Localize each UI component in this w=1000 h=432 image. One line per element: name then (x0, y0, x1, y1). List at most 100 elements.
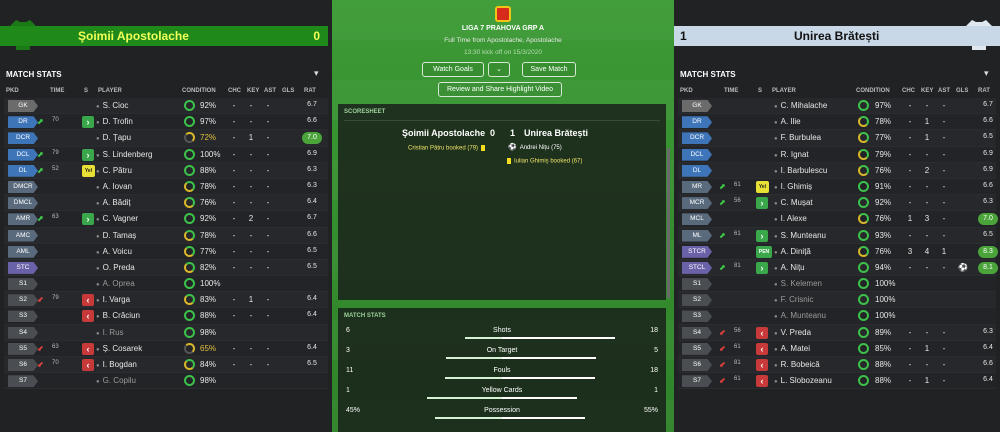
remove-player-button[interactable]: ‹ (82, 294, 94, 307)
remove-player-button[interactable]: ‹ (756, 342, 768, 355)
remove-player-button[interactable]: ‹ (82, 310, 94, 323)
player-row[interactable]: DR ⬈ 70 › ● D. Trofin 97% - - - 6.6 (4, 114, 328, 131)
player-row[interactable]: S4 ⬋ 56 ‹ ● V. Preda 89% - - - 6.3 (678, 324, 996, 341)
player-row[interactable]: S1 ● A. Oprea 100% (4, 276, 328, 293)
player-row[interactable]: DCL ● R. Ignat 79% - - - 6.9 (678, 146, 996, 163)
player-name[interactable]: ● C. Vagner (96, 214, 138, 223)
player-row[interactable]: MCL ● I. Alexe 76% 1 3 - 7.0 (678, 211, 998, 228)
player-name[interactable]: ● A. Voicu (96, 247, 132, 256)
player-row[interactable]: MCR ⬈ 56 › ● C. Mușat 92% - - - 6.3 (678, 195, 996, 212)
player-name[interactable]: ● A. Diniță (774, 247, 811, 256)
player-name[interactable]: ● A. Iovan (96, 182, 132, 191)
player-row[interactable]: S4 ● I. Rus 98% (4, 324, 328, 341)
player-name[interactable]: ● I. Alexe (774, 214, 807, 223)
column-header[interactable]: GLS (956, 88, 968, 94)
player-row[interactable]: DR ● A. Ilie 78% - 1 - 6.6 (678, 114, 996, 131)
column-header[interactable]: S (758, 88, 762, 94)
player-row[interactable]: S2 ⬋ 79 ‹ ● I. Varga 83% - 1 - 6.4 (4, 292, 328, 309)
player-name[interactable]: ● D. Tamaș (96, 231, 136, 240)
player-row[interactable]: GK ● S. Cioc 92% - - - 6.7 (4, 98, 328, 115)
player-name[interactable]: ● C. Mihalache (774, 101, 827, 110)
substitute-button[interactable]: › (756, 197, 768, 210)
column-header[interactable]: S (84, 88, 88, 94)
player-row[interactable]: AMR ⬈ 63 › ● C. Vagner 92% - 2 - 6.7 (4, 211, 328, 228)
column-header[interactable]: GLS (282, 88, 294, 94)
column-header[interactable]: PKD (6, 88, 19, 94)
column-header[interactable]: AST (938, 88, 950, 94)
yellow-card-icon[interactable]: Yel (756, 180, 769, 193)
away-team-bar[interactable]: 1 Unirea Brătești (674, 26, 1000, 46)
player-row[interactable]: AML ● A. Voicu 77% - - - 6.5 (4, 243, 328, 260)
save-match-button[interactable]: Save Match (522, 62, 576, 77)
player-name[interactable]: ● I. Ghimiș (774, 182, 812, 191)
player-name[interactable]: ● O. Preda (96, 263, 135, 272)
column-header[interactable]: PLAYER (98, 88, 122, 94)
player-row[interactable]: STCL ⬈ 81 › ● A. Nițu 94% - - - 8.1 ⚽ (678, 259, 998, 277)
player-row[interactable]: S3 ● A. Munteanu 100% (678, 308, 996, 325)
player-row[interactable]: S2 ● F. Crisnic 100% (678, 292, 996, 309)
watch-goals-button[interactable]: Watch Goals (422, 62, 484, 77)
player-name[interactable]: ● I. Rus (96, 328, 124, 337)
player-row[interactable]: MR ⬈ 61 Yel ● I. Ghimiș 91% - - - 6.6 (678, 178, 996, 196)
player-name[interactable]: ● B. Crăciun (96, 311, 140, 320)
scrollbar[interactable] (667, 148, 670, 298)
player-row[interactable]: DL ● I. Barbulescu 76% - 2 - 6.9 (678, 162, 996, 179)
player-name[interactable]: ● F. Burbulea (774, 133, 821, 142)
substitute-button[interactable]: › (756, 229, 768, 242)
column-header[interactable]: AST (264, 88, 276, 94)
player-name[interactable]: ● S. Cioc (96, 101, 128, 110)
player-row[interactable]: STC ● O. Preda 82% - - - 6.5 (4, 259, 328, 277)
column-header[interactable]: CHC (228, 88, 241, 94)
player-row[interactable]: S3 ‹ ● B. Crăciun 88% - - - 6.4 (4, 308, 328, 325)
player-row[interactable]: AMC ● D. Tamaș 78% - - - 6.6 (4, 227, 328, 244)
chevron-down-icon[interactable]: ▾ (314, 68, 319, 79)
substitute-button[interactable]: › (82, 213, 94, 226)
player-name[interactable]: ● R. Bobeică (774, 360, 820, 369)
player-row[interactable]: GK ● C. Mihalache 97% - - - 6.7 (678, 98, 996, 115)
player-name[interactable]: ● R. Ignat (774, 150, 809, 159)
remove-player-button[interactable]: ‹ (756, 326, 768, 339)
player-name[interactable]: ● L. Slobozeanu (774, 376, 832, 385)
player-row[interactable]: ML ⬈ 61 › ● S. Munteanu 93% - - - 6.5 (678, 227, 996, 244)
column-header[interactable]: PKD (680, 88, 693, 94)
penalty-taker-icon[interactable]: PEN (756, 245, 772, 258)
column-header[interactable]: RAT (304, 88, 316, 94)
substitute-button[interactable]: › (82, 116, 94, 129)
player-name[interactable]: ● A. Matei (774, 344, 810, 353)
column-header[interactable]: TIME (50, 88, 64, 94)
remove-player-button[interactable]: ‹ (82, 359, 94, 371)
player-name[interactable]: ● A. Munteanu (774, 311, 826, 320)
player-row[interactable]: DCR ● D. Țapu 72% - 1 - 7.0 (4, 130, 328, 147)
player-row[interactable]: DCR ● F. Burbulea 77% - 1 - 6.5 (678, 130, 996, 147)
player-row[interactable]: S6 ⬋ 70 ‹ ● I. Bogdan 84% - - - 6.5 (4, 357, 328, 374)
substitute-button[interactable]: › (82, 148, 94, 161)
player-name[interactable]: ● A. Bădiț (96, 198, 131, 207)
remove-player-button[interactable]: ‹ (756, 359, 768, 371)
player-row[interactable]: S7 ● G. Copilu 98% (4, 373, 328, 390)
player-name[interactable]: ● C. Pătru (96, 166, 132, 175)
player-name[interactable]: ● C. Mușat (774, 198, 813, 207)
column-header[interactable]: CONDITION (856, 88, 890, 94)
player-name[interactable]: ● F. Crisnic (774, 295, 814, 304)
player-name[interactable]: ● V. Preda (774, 328, 811, 337)
column-header[interactable]: TIME (724, 88, 738, 94)
player-name[interactable]: ● S. Munteanu (774, 231, 826, 240)
yellow-card-icon[interactable]: Yel (82, 164, 95, 177)
player-row[interactable]: DL ⬈ 52 Yel ● C. Pătru 88% - - - 6.3 (4, 162, 328, 179)
remove-player-button[interactable]: ‹ (756, 375, 768, 388)
player-name[interactable]: ● I. Bogdan (96, 360, 137, 369)
player-row[interactable]: DMCR ● A. Iovan 78% - - - 6.3 (4, 178, 328, 196)
column-header[interactable]: CHC (902, 88, 915, 94)
player-name[interactable]: ● S. Lindenberg (96, 150, 152, 159)
review-share-button[interactable]: Review and Share Highlight Video (438, 82, 562, 97)
player-row[interactable]: S1 ● S. Kelemen 100% (678, 276, 996, 293)
player-name[interactable]: ● A. Nițu (774, 263, 805, 272)
player-name[interactable]: ● S. Kelemen (774, 279, 822, 288)
chevron-down-icon[interactable]: ▾ (984, 68, 989, 79)
substitute-button[interactable]: › (756, 261, 768, 274)
player-row[interactable]: DCL ⬈ 79 › ● S. Lindenberg 100% - - - 6.9 (4, 146, 328, 163)
player-row[interactable]: S5 ⬋ 63 ‹ ● Ș. Cosarek 65% - - - 6.4 (4, 340, 328, 357)
player-name[interactable]: ● A. Oprea (96, 279, 135, 288)
player-name[interactable]: ● A. Ilie (774, 117, 801, 126)
player-name[interactable]: ● D. Țapu (96, 133, 131, 142)
